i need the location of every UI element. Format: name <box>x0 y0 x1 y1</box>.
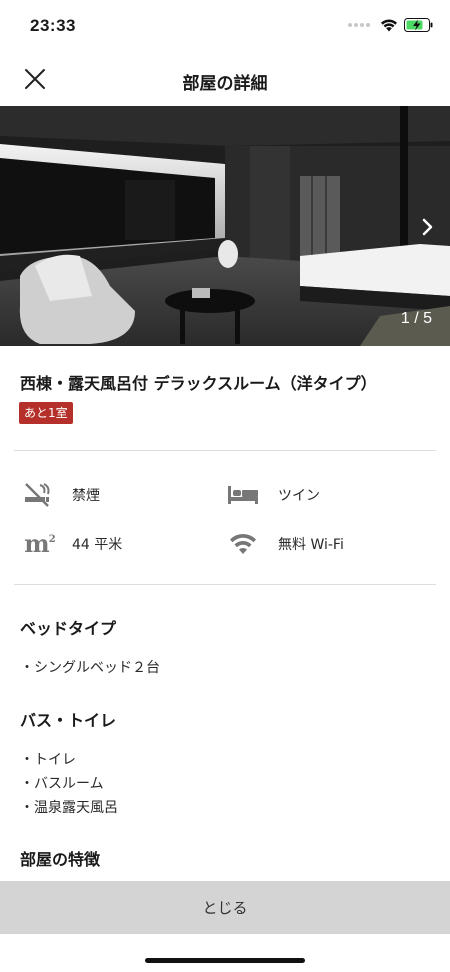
photo-counter: 1 / 5 <box>400 310 432 327</box>
battery-charging-icon <box>404 18 433 32</box>
bed-icon <box>226 480 260 510</box>
status-time: 23:33 <box>30 16 76 35</box>
amenity-label: 44 平米 <box>72 537 123 553</box>
availability-badge: あと1室 <box>19 402 73 424</box>
no-smoking-icon <box>20 480 54 510</box>
section-title-bath-toilet: バス・トイレ <box>20 711 117 730</box>
wifi-status-icon <box>381 19 397 32</box>
amenity-label: 禁煙 <box>72 488 100 504</box>
next-photo-button[interactable] <box>416 214 440 240</box>
amenity-label: 無料 Wi-Fi <box>278 537 344 553</box>
status-bar: 23:33 <box>0 0 450 52</box>
amenity-room-size: m2 44 平米 <box>20 529 122 559</box>
amenity-label: ツイン <box>278 488 320 504</box>
list-item: ・トイレ <box>20 752 76 768</box>
chevron-right-icon <box>422 218 433 236</box>
amenity-bed: ツイン <box>226 480 320 510</box>
square-meter-icon: m2 <box>24 529 56 558</box>
status-icons <box>348 18 434 32</box>
list-item: ・温泉露天風呂 <box>20 800 118 816</box>
home-indicator <box>145 958 305 963</box>
divider <box>14 584 436 585</box>
cellular-signal-icon <box>348 23 370 27</box>
amenity-no-smoking: 禁煙 <box>20 480 100 510</box>
navigation-bar: 部屋の詳細 <box>0 52 450 106</box>
section-title-bed-type: ベッドタイプ <box>20 619 117 638</box>
close-footer-button[interactable]: とじる <box>0 881 450 934</box>
wifi-icon <box>226 529 260 559</box>
list-item: ・バスルーム <box>20 776 104 792</box>
divider <box>14 450 436 451</box>
page-title: 部屋の詳細 <box>182 74 268 94</box>
amenity-wifi: 無料 Wi-Fi <box>226 529 344 559</box>
room-photo <box>0 106 450 346</box>
room-name: 西棟・露天風呂付 デラックスルーム（洋タイプ） <box>20 374 377 393</box>
section-title-features: 部屋の特徴 <box>20 850 101 869</box>
list-item: ・シングルベッド２台 <box>20 660 160 676</box>
room-photo-carousel[interactable]: 1 / 5 <box>0 106 450 346</box>
